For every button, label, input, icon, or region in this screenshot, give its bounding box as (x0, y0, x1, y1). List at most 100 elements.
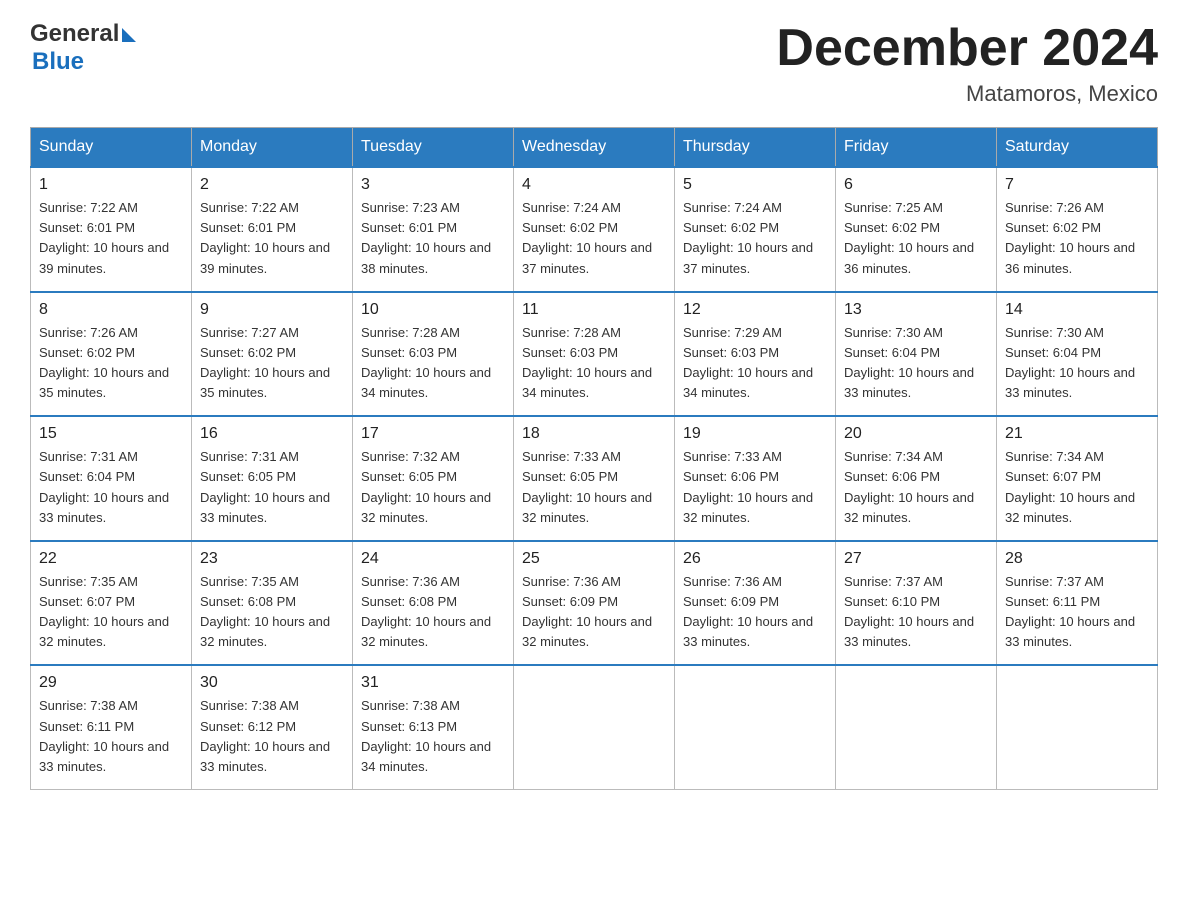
day-number: 26 (683, 550, 827, 568)
calendar-cell: 5 Sunrise: 7:24 AMSunset: 6:02 PMDayligh… (675, 167, 836, 292)
calendar-cell: 30 Sunrise: 7:38 AMSunset: 6:12 PMDaylig… (192, 665, 353, 789)
day-number: 17 (361, 425, 505, 443)
day-info: Sunrise: 7:26 AMSunset: 6:02 PMDaylight:… (39, 325, 169, 400)
calendar-cell: 13 Sunrise: 7:30 AMSunset: 6:04 PMDaylig… (836, 292, 997, 417)
day-info: Sunrise: 7:28 AMSunset: 6:03 PMDaylight:… (522, 325, 652, 400)
calendar-cell: 21 Sunrise: 7:34 AMSunset: 6:07 PMDaylig… (997, 416, 1158, 541)
day-info: Sunrise: 7:35 AMSunset: 6:07 PMDaylight:… (39, 574, 169, 649)
calendar-cell (997, 665, 1158, 789)
day-number: 1 (39, 176, 183, 194)
calendar-cell: 11 Sunrise: 7:28 AMSunset: 6:03 PMDaylig… (514, 292, 675, 417)
day-number: 25 (522, 550, 666, 568)
calendar-cell (675, 665, 836, 789)
day-number: 23 (200, 550, 344, 568)
day-info: Sunrise: 7:22 AMSunset: 6:01 PMDaylight:… (39, 200, 169, 275)
day-number: 24 (361, 550, 505, 568)
calendar-cell: 22 Sunrise: 7:35 AMSunset: 6:07 PMDaylig… (31, 541, 192, 666)
day-info: Sunrise: 7:24 AMSunset: 6:02 PMDaylight:… (683, 200, 813, 275)
day-info: Sunrise: 7:24 AMSunset: 6:02 PMDaylight:… (522, 200, 652, 275)
day-info: Sunrise: 7:33 AMSunset: 6:05 PMDaylight:… (522, 449, 652, 524)
day-number: 8 (39, 301, 183, 319)
calendar-cell: 31 Sunrise: 7:38 AMSunset: 6:13 PMDaylig… (353, 665, 514, 789)
day-number: 30 (200, 674, 344, 692)
calendar-cell: 24 Sunrise: 7:36 AMSunset: 6:08 PMDaylig… (353, 541, 514, 666)
calendar-cell: 12 Sunrise: 7:29 AMSunset: 6:03 PMDaylig… (675, 292, 836, 417)
day-number: 13 (844, 301, 988, 319)
day-info: Sunrise: 7:31 AMSunset: 6:05 PMDaylight:… (200, 449, 330, 524)
day-number: 2 (200, 176, 344, 194)
day-number: 22 (39, 550, 183, 568)
calendar-cell: 14 Sunrise: 7:30 AMSunset: 6:04 PMDaylig… (997, 292, 1158, 417)
day-info: Sunrise: 7:29 AMSunset: 6:03 PMDaylight:… (683, 325, 813, 400)
day-info: Sunrise: 7:33 AMSunset: 6:06 PMDaylight:… (683, 449, 813, 524)
day-info: Sunrise: 7:36 AMSunset: 6:08 PMDaylight:… (361, 574, 491, 649)
day-info: Sunrise: 7:34 AMSunset: 6:06 PMDaylight:… (844, 449, 974, 524)
week-row-1: 1 Sunrise: 7:22 AMSunset: 6:01 PMDayligh… (31, 167, 1158, 292)
day-info: Sunrise: 7:32 AMSunset: 6:05 PMDaylight:… (361, 449, 491, 524)
day-number: 21 (1005, 425, 1149, 443)
day-info: Sunrise: 7:30 AMSunset: 6:04 PMDaylight:… (1005, 325, 1135, 400)
calendar-cell: 10 Sunrise: 7:28 AMSunset: 6:03 PMDaylig… (353, 292, 514, 417)
day-info: Sunrise: 7:38 AMSunset: 6:12 PMDaylight:… (200, 698, 330, 773)
day-info: Sunrise: 7:34 AMSunset: 6:07 PMDaylight:… (1005, 449, 1135, 524)
day-number: 7 (1005, 176, 1149, 194)
day-number: 15 (39, 425, 183, 443)
day-info: Sunrise: 7:25 AMSunset: 6:02 PMDaylight:… (844, 200, 974, 275)
day-info: Sunrise: 7:30 AMSunset: 6:04 PMDaylight:… (844, 325, 974, 400)
calendar-cell: 3 Sunrise: 7:23 AMSunset: 6:01 PMDayligh… (353, 167, 514, 292)
day-number: 28 (1005, 550, 1149, 568)
col-tuesday: Tuesday (353, 128, 514, 168)
calendar-cell (836, 665, 997, 789)
day-number: 20 (844, 425, 988, 443)
calendar-cell: 2 Sunrise: 7:22 AMSunset: 6:01 PMDayligh… (192, 167, 353, 292)
day-number: 14 (1005, 301, 1149, 319)
day-number: 19 (683, 425, 827, 443)
calendar-cell (514, 665, 675, 789)
calendar-cell: 4 Sunrise: 7:24 AMSunset: 6:02 PMDayligh… (514, 167, 675, 292)
col-wednesday: Wednesday (514, 128, 675, 168)
day-number: 5 (683, 176, 827, 194)
month-title: December 2024 (776, 20, 1158, 77)
calendar-table: Sunday Monday Tuesday Wednesday Thursday… (30, 127, 1158, 790)
calendar-cell: 27 Sunrise: 7:37 AMSunset: 6:10 PMDaylig… (836, 541, 997, 666)
day-number: 16 (200, 425, 344, 443)
calendar-cell: 26 Sunrise: 7:36 AMSunset: 6:09 PMDaylig… (675, 541, 836, 666)
calendar-cell: 29 Sunrise: 7:38 AMSunset: 6:11 PMDaylig… (31, 665, 192, 789)
calendar-cell: 28 Sunrise: 7:37 AMSunset: 6:11 PMDaylig… (997, 541, 1158, 666)
calendar-cell: 25 Sunrise: 7:36 AMSunset: 6:09 PMDaylig… (514, 541, 675, 666)
day-info: Sunrise: 7:26 AMSunset: 6:02 PMDaylight:… (1005, 200, 1135, 275)
day-number: 11 (522, 301, 666, 319)
day-number: 4 (522, 176, 666, 194)
day-number: 31 (361, 674, 505, 692)
week-row-3: 15 Sunrise: 7:31 AMSunset: 6:04 PMDaylig… (31, 416, 1158, 541)
logo-blue-text: Blue (32, 48, 84, 76)
day-number: 3 (361, 176, 505, 194)
day-info: Sunrise: 7:31 AMSunset: 6:04 PMDaylight:… (39, 449, 169, 524)
calendar-cell: 9 Sunrise: 7:27 AMSunset: 6:02 PMDayligh… (192, 292, 353, 417)
calendar-header-row: Sunday Monday Tuesday Wednesday Thursday… (31, 128, 1158, 168)
week-row-5: 29 Sunrise: 7:38 AMSunset: 6:11 PMDaylig… (31, 665, 1158, 789)
col-friday: Friday (836, 128, 997, 168)
day-number: 12 (683, 301, 827, 319)
day-info: Sunrise: 7:38 AMSunset: 6:13 PMDaylight:… (361, 698, 491, 773)
col-saturday: Saturday (997, 128, 1158, 168)
day-info: Sunrise: 7:36 AMSunset: 6:09 PMDaylight:… (683, 574, 813, 649)
day-info: Sunrise: 7:22 AMSunset: 6:01 PMDaylight:… (200, 200, 330, 275)
day-info: Sunrise: 7:37 AMSunset: 6:10 PMDaylight:… (844, 574, 974, 649)
day-number: 27 (844, 550, 988, 568)
day-info: Sunrise: 7:23 AMSunset: 6:01 PMDaylight:… (361, 200, 491, 275)
logo: General Blue (30, 20, 136, 76)
logo-general-text: General (30, 20, 119, 48)
calendar-cell: 19 Sunrise: 7:33 AMSunset: 6:06 PMDaylig… (675, 416, 836, 541)
day-info: Sunrise: 7:37 AMSunset: 6:11 PMDaylight:… (1005, 574, 1135, 649)
calendar-cell: 17 Sunrise: 7:32 AMSunset: 6:05 PMDaylig… (353, 416, 514, 541)
calendar-cell: 8 Sunrise: 7:26 AMSunset: 6:02 PMDayligh… (31, 292, 192, 417)
calendar-cell: 6 Sunrise: 7:25 AMSunset: 6:02 PMDayligh… (836, 167, 997, 292)
calendar-cell: 23 Sunrise: 7:35 AMSunset: 6:08 PMDaylig… (192, 541, 353, 666)
day-info: Sunrise: 7:35 AMSunset: 6:08 PMDaylight:… (200, 574, 330, 649)
col-sunday: Sunday (31, 128, 192, 168)
day-info: Sunrise: 7:38 AMSunset: 6:11 PMDaylight:… (39, 698, 169, 773)
day-number: 6 (844, 176, 988, 194)
day-number: 9 (200, 301, 344, 319)
title-block: December 2024 Matamoros, Mexico (776, 20, 1158, 107)
